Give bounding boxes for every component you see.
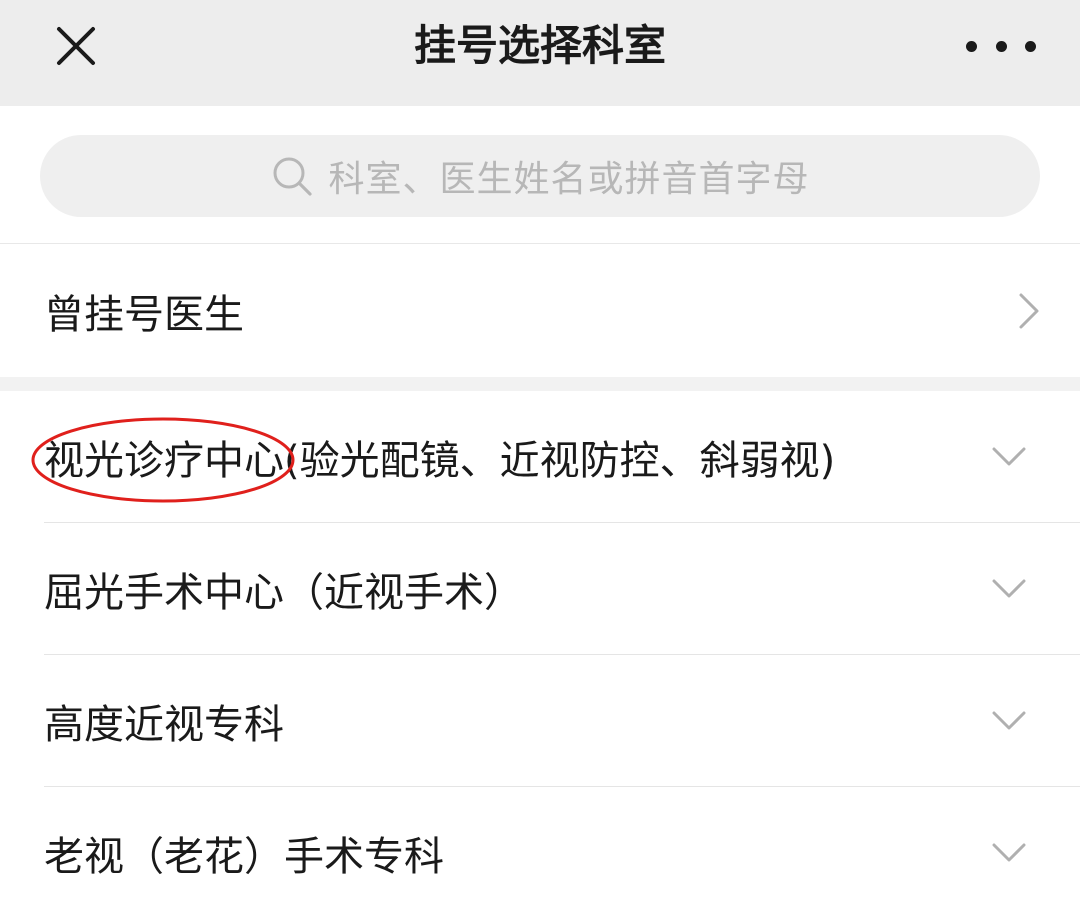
department-label: 高度近视专科	[44, 702, 284, 748]
department-label: 视光诊疗中心(验光配镜、近视防控、斜弱视)	[44, 438, 836, 484]
department-label: 老视（老花）手术专科	[44, 834, 444, 880]
section-divider	[0, 377, 1080, 391]
search-input[interactable]: 科室、医生姓名或拼音首字母	[40, 135, 1040, 217]
history-doctors-label: 曾挂号医生	[44, 292, 244, 338]
department-list: 视光诊疗中心(验光配镜、近视防控、斜弱视) 屈光手术中心（近视手术） 高度近视专…	[0, 391, 1080, 919]
page-title: 挂号选择科室	[413, 21, 666, 70]
search-icon	[270, 154, 314, 198]
department-item[interactable]: 高度近视专科	[0, 655, 1080, 787]
more-dots-icon	[1025, 40, 1036, 52]
search-placeholder: 科室、医生姓名或拼音首字母	[328, 159, 810, 200]
more-button[interactable]	[966, 26, 1036, 66]
more-dots-icon	[966, 40, 977, 52]
search-section: 科室、医生姓名或拼音首字母	[0, 106, 1080, 244]
chevron-down-icon	[992, 578, 1026, 600]
department-label: 屈光手术中心（近视手术）	[44, 570, 524, 616]
department-item[interactable]: 屈光手术中心（近视手术）	[0, 523, 1080, 655]
department-item[interactable]: 视光诊疗中心(验光配镜、近视防控、斜弱视)	[0, 391, 1080, 523]
chevron-right-icon	[1014, 291, 1044, 331]
chevron-down-icon	[992, 446, 1026, 468]
nav-bar: 挂号选择科室	[0, 0, 1080, 106]
more-dots-icon	[995, 40, 1007, 52]
history-doctors-row[interactable]: 曾挂号医生	[0, 245, 1080, 377]
department-item[interactable]: 老视（老花）手术专科	[0, 787, 1080, 919]
chevron-down-icon	[992, 710, 1026, 732]
chevron-down-icon	[992, 842, 1026, 864]
